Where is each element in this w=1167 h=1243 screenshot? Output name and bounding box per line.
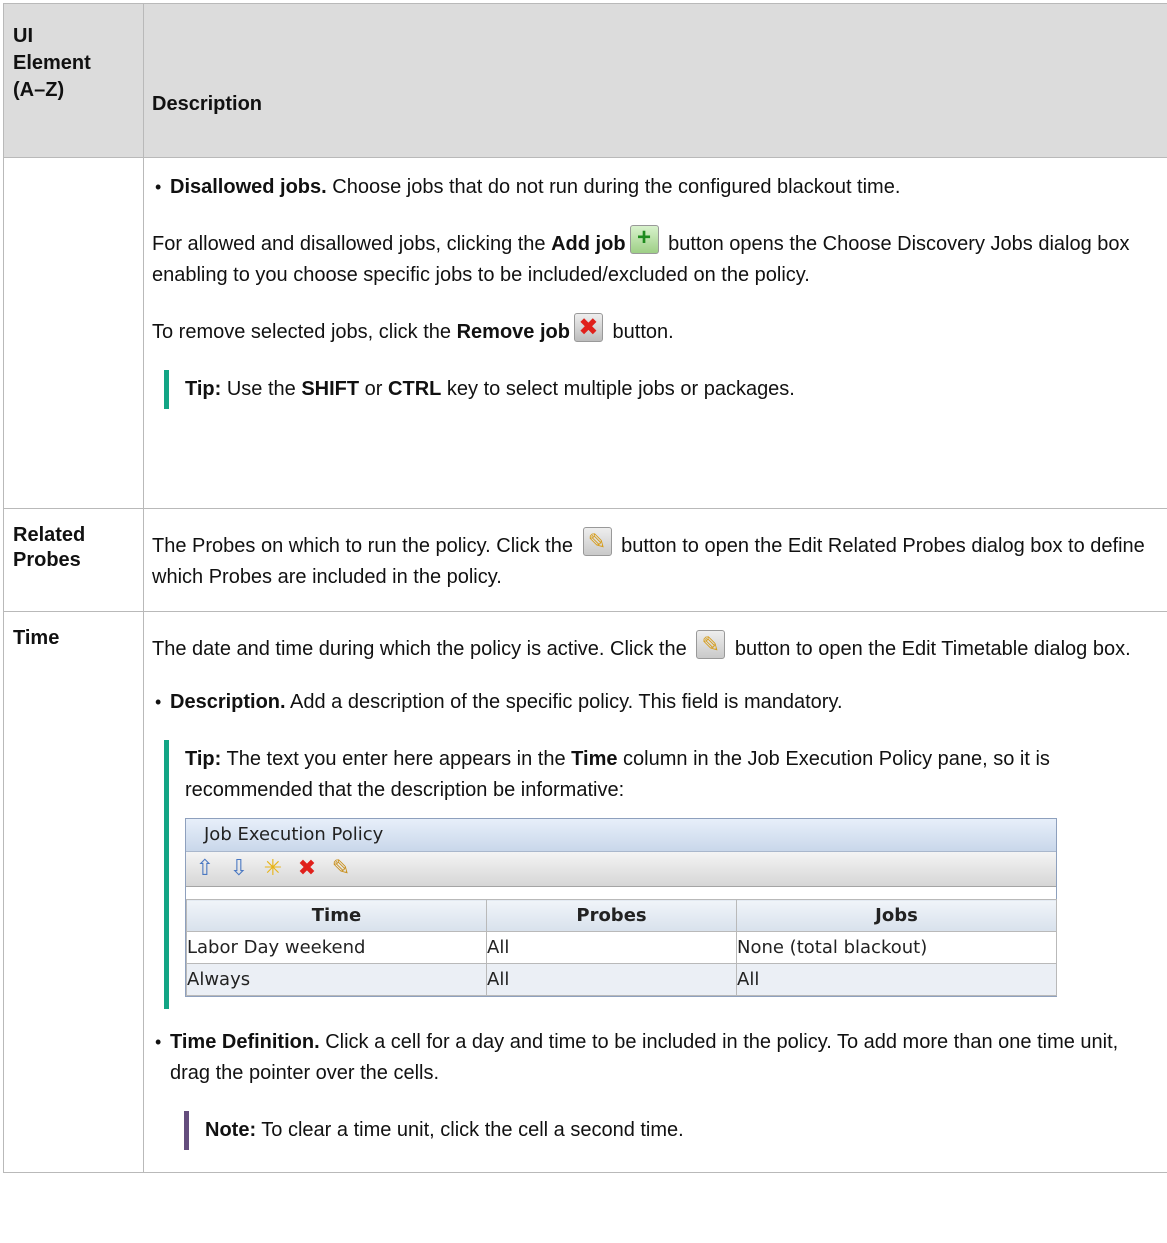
element-cell: Time (3, 611, 144, 1173)
element-cell: Related Probes (3, 508, 144, 612)
header-ui-element: UI Element (A–Z) (3, 3, 144, 158)
header-line: (A–Z) (13, 79, 65, 101)
list-item: Description. Add a description of the sp… (152, 687, 1157, 718)
header-line: UI (13, 25, 33, 47)
table-header-row: UI Element (A–Z) Description (3, 3, 1167, 158)
tip-callout: Tip: The text you enter here appears in … (164, 740, 1157, 1009)
add-job-icon (629, 222, 659, 254)
column-header-time: Time (186, 899, 487, 932)
header-description: Description (143, 3, 1167, 158)
remove-job-icon (573, 312, 603, 343)
header-line: Element (13, 52, 91, 74)
list-item: Disallowed jobs. Choose jobs that do not… (152, 172, 1157, 203)
note-callout: Note: To clear a time unit, click the ce… (184, 1111, 1157, 1150)
delete-icon: ✖ (297, 856, 317, 881)
table-row: Related Probes The Probes on which to ru… (3, 508, 1167, 612)
policy-grid: Time Probes Jobs Labor Day weekend All N… (186, 899, 1057, 996)
edit-icon: ✎ (331, 856, 351, 881)
tip-callout: Tip: Use the SHIFT or CTRL key to select… (164, 370, 1157, 409)
pane-title: Job Execution Policy (186, 819, 1056, 852)
ui-element-table: UI Element (A–Z) Description Disallowed … (3, 3, 1167, 1173)
list-item: Time Definition. Click a cell for a day … (152, 1027, 1157, 1089)
description-cell: Disallowed jobs. Choose jobs that do not… (143, 157, 1167, 509)
paragraph: To remove selected jobs, click the Remov… (152, 312, 1157, 348)
table-row: Time The date and time during which the … (3, 611, 1167, 1173)
table-row: Disallowed jobs. Choose jobs that do not… (3, 157, 1167, 509)
move-down-icon: ⇩ (229, 856, 249, 881)
paragraph: For allowed and disallowed jobs, clickin… (152, 222, 1157, 291)
job-execution-policy-screenshot: Job Execution Policy ⇧ ⇩ ✳ ✖ ✎ Time Prob… (185, 818, 1057, 997)
new-icon: ✳ (263, 856, 283, 881)
element-cell-empty (3, 157, 144, 509)
description-cell: The date and time during which the polic… (143, 611, 1167, 1173)
column-header-jobs: Jobs (736, 899, 1057, 932)
column-header-probes: Probes (486, 899, 737, 932)
description-cell: The Probes on which to run the policy. C… (143, 508, 1167, 612)
move-up-icon: ⇧ (195, 856, 215, 881)
pane-toolbar: ⇧ ⇩ ✳ ✖ ✎ (186, 852, 1056, 887)
paragraph: The date and time during which the polic… (152, 629, 1157, 665)
grid-row: Always All All (186, 963, 1057, 996)
grid-row: Labor Day weekend All None (total blacko… (186, 931, 1057, 964)
edit-pencil-icon (696, 629, 726, 660)
edit-pencil-icon (582, 526, 612, 557)
